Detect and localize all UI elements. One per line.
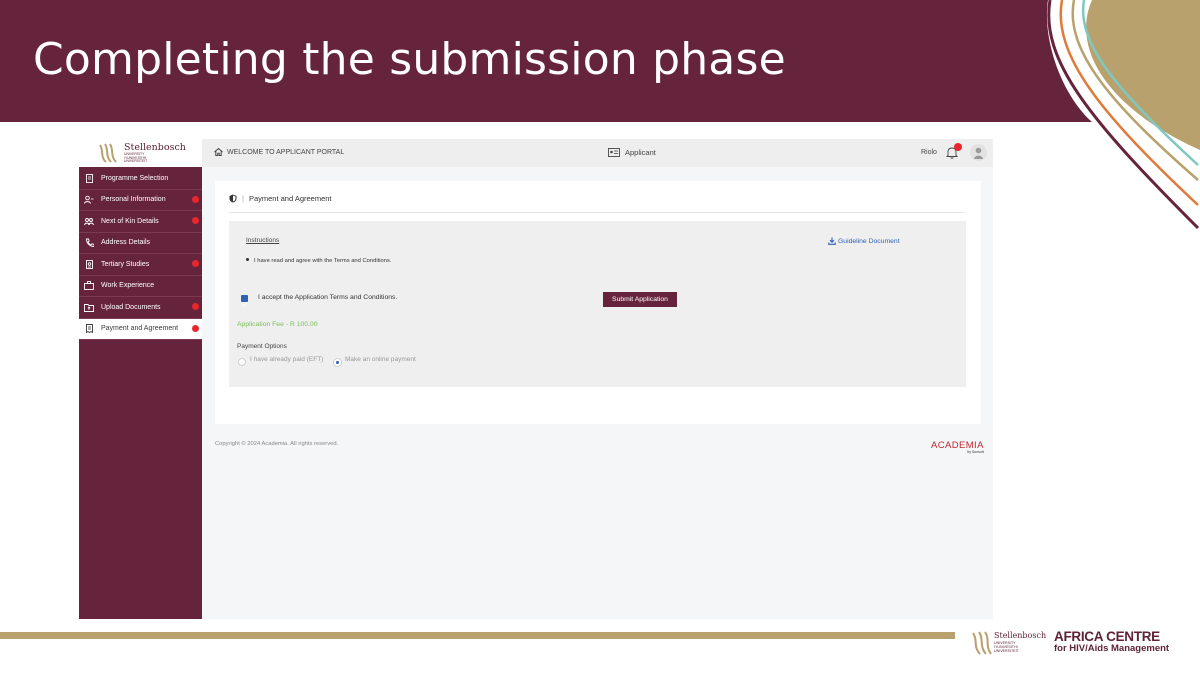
people-icon <box>84 216 94 226</box>
applicant-portal: Stellenbosch UNIVERSITY IYUNIVESITHI UNI… <box>79 139 993 619</box>
sidebar-item-label: Personal Information <box>101 196 166 204</box>
sidebar-item-label: Next of Kin Details <box>101 217 159 225</box>
sidebar-item-label: Upload Documents <box>101 303 161 311</box>
card-title: | Payment and Agreement <box>229 194 332 203</box>
copyright: Copyright © 2024 Academia. All rights re… <box>215 441 339 447</box>
africa-centre-tagline: for HIV/Aids Management <box>1054 643 1170 654</box>
shield-icon <box>229 194 237 203</box>
avatar[interactable] <box>970 144 987 161</box>
phone-icon <box>84 238 94 248</box>
africa-centre-logo: AFRICA CENTRE for HIV/Aids Management <box>1054 629 1169 654</box>
academia-logo: ACADEMIA by Sunsoft <box>931 440 984 454</box>
bullet-dot <box>246 258 249 261</box>
role-label: Applicant <box>625 148 656 157</box>
footer-su-name: Stellenbosch <box>994 631 1047 640</box>
crest-icon <box>972 631 992 655</box>
accept-terms-checkbox[interactable] <box>241 295 248 307</box>
card-title-text: Payment and Agreement <box>248 194 332 203</box>
logo-subtitle: UNIVERSITY IYUNIVESITHI UNIVERSITEIT <box>124 152 148 164</box>
sidebar-item-next-of-kin[interactable]: Next of Kin Details <box>79 211 202 233</box>
notification-badge <box>954 143 962 151</box>
person-card-icon <box>84 195 94 205</box>
slide-title: Completing the submission phase <box>33 34 786 85</box>
submit-application-button[interactable]: Submit Application <box>603 292 677 307</box>
certificate-icon <box>84 259 94 269</box>
incomplete-badge <box>192 303 199 310</box>
stellenbosch-logo[interactable]: Stellenbosch UNIVERSITY IYUNIVESITHI UNI… <box>79 139 202 167</box>
footer-bar <box>0 632 955 639</box>
instructions-link[interactable]: Instructions <box>246 237 279 244</box>
sidebar-item-tertiary-studies[interactable]: Tertiary Studies <box>79 254 202 276</box>
sidebar: Stellenbosch UNIVERSITY IYUNIVESITHI UNI… <box>79 139 202 619</box>
terms-bullet-text: I have read and agree with the Terms and… <box>254 258 392 264</box>
eft-radio[interactable] <box>238 358 246 366</box>
terms-bullet: I have read and agree with the Terms and… <box>246 258 392 264</box>
sidebar-item-address-details[interactable]: Address Details <box>79 233 202 254</box>
divider <box>229 212 965 213</box>
sidebar-item-upload-documents[interactable]: Upload Documents <box>79 297 202 319</box>
incomplete-badge <box>192 217 199 224</box>
payment-agreement-card: | Payment and Agreement Instructions Gui… <box>215 181 981 424</box>
online-payment-label[interactable]: Make an online payment <box>345 356 416 363</box>
eft-radio-label[interactable]: I have already paid (EFT) <box>250 356 323 363</box>
user-name[interactable]: Riolo <box>921 149 937 156</box>
sidebar-item-label: Work Experience <box>101 282 155 290</box>
download-icon <box>828 237 836 245</box>
sidebar-item-programme-selection[interactable]: Programme Selection <box>79 168 202 190</box>
guideline-label: Guideline Document <box>838 237 900 245</box>
id-card-icon <box>608 148 620 157</box>
document-icon <box>84 173 94 183</box>
incomplete-badge <box>192 195 199 203</box>
guideline-document-link[interactable]: Guideline Document <box>828 237 900 245</box>
sidebar-nav: Programme Selection Personal Information… <box>79 168 202 340</box>
footer-logos: Stellenbosch UNIVERSITY IYUNIVESITHI UNI… <box>970 628 1190 660</box>
crest-icon <box>99 143 117 163</box>
decorative-swoosh <box>1047 0 1200 230</box>
africa-centre-name: AFRICA CENTRE <box>1054 629 1160 644</box>
welcome-link[interactable]: WELCOME TO APPLICANT PORTAL <box>214 148 344 156</box>
check-icon <box>241 302 248 307</box>
sidebar-item-label: Payment and Agreement <box>101 325 179 333</box>
sidebar-item-label: Address Details <box>101 239 151 247</box>
slide-header: Completing the submission phase <box>0 0 1200 122</box>
sidebar-item-label: Tertiary Studies <box>101 260 150 268</box>
receipt-icon <box>84 324 94 334</box>
sidebar-item-work-experience[interactable]: Work Experience <box>79 276 202 297</box>
sidebar-item-personal-information[interactable]: Personal Information <box>79 190 202 211</box>
folder-upload-icon <box>84 302 94 312</box>
briefcase-icon <box>84 281 94 291</box>
accept-terms-label[interactable]: I accept the Application Terms and Condi… <box>258 294 397 301</box>
online-payment-radio[interactable] <box>333 358 342 367</box>
incomplete-badge <box>192 324 199 332</box>
role-indicator: Applicant <box>608 148 656 157</box>
application-fee: Application Fee - R 100.00 <box>237 321 318 328</box>
topbar: WELCOME TO APPLICANT PORTAL Applicant Ri… <box>202 139 993 167</box>
title-separator: | <box>242 194 244 203</box>
payment-options-heading: Payment Options <box>237 343 287 350</box>
home-icon <box>214 148 223 156</box>
incomplete-badge <box>192 260 199 267</box>
footer-su-subtitle: UNIVERSITY IYUNIVESITHI UNIVERSITEIT <box>994 641 1019 653</box>
user-icon <box>974 147 983 159</box>
welcome-text: WELCOME TO APPLICANT PORTAL <box>227 148 345 156</box>
sidebar-item-label: Programme Selection <box>101 174 169 182</box>
agreement-panel: Instructions Guideline Document I have r… <box>229 221 966 387</box>
stellenbosch-footer-logo: Stellenbosch UNIVERSITY IYUNIVESITHI UNI… <box>970 630 1046 658</box>
sidebar-item-payment-and-agreement[interactable]: Payment and Agreement <box>79 318 202 340</box>
